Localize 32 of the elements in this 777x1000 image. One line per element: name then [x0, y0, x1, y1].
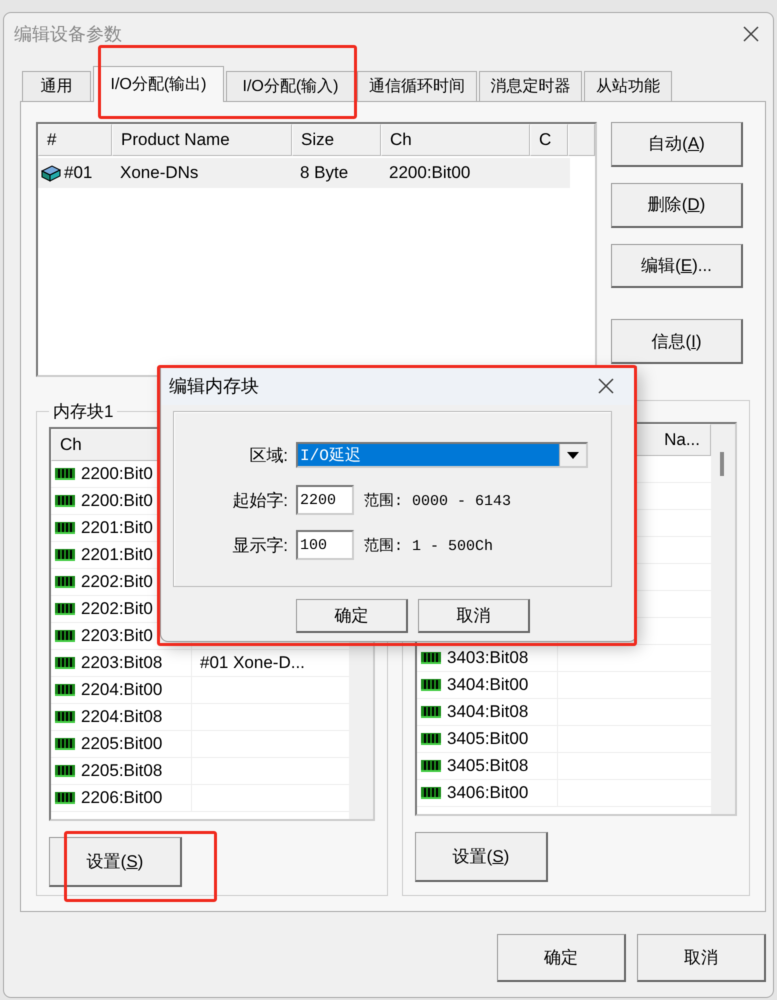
window-title: 编辑设备参数 [14, 23, 122, 46]
dialog-title: 编辑内存块 [169, 375, 259, 398]
channel-cell: 2200:Bit0 [81, 491, 153, 511]
channel-cell: 2200:Bit0 [81, 464, 153, 484]
channel-cell: 2205:Bit00 [81, 734, 162, 754]
channel-cell: 2200:Bit00 [389, 163, 470, 182]
field-label: 起始字: [231, 490, 289, 512]
number-cell: #01 [64, 163, 92, 183]
channel-cell: 3405:Bit08 [447, 756, 528, 776]
product-cell: Xone-DNs [120, 163, 198, 182]
group-title: 内存块1 [52, 401, 114, 423]
channel-cell: 3404:Bit00 [447, 675, 528, 695]
range-text: 范围: 1 - 500Ch [364, 536, 494, 554]
channel-cell: 2202:Bit0 [81, 599, 153, 619]
channel-cell: 2206:Bit00 [81, 788, 162, 808]
channel-cell: 2203:Bit0 [81, 626, 153, 646]
channel-cell: 2204:Bit08 [81, 707, 162, 727]
channel-cell: 2202:Bit0 [81, 572, 153, 592]
channel-cell: 2203:Bit08 [81, 653, 162, 673]
channel-cell: 2201:Bit0 [81, 518, 153, 538]
channel-cell: 2201:Bit0 [81, 545, 153, 565]
field-label: 区域: [248, 444, 289, 466]
channel-cell: 3404:Bit08 [447, 702, 528, 722]
range-text: 范围: 0000 - 6143 [364, 492, 512, 510]
channel-cell: 3405:Bit00 [447, 729, 528, 749]
size-cell: 8 Byte [300, 163, 348, 182]
field-label: 显示字: [231, 534, 289, 556]
channel-cell: 2205:Bit08 [81, 761, 162, 781]
channel-cell: 3403:Bit08 [447, 648, 528, 668]
channel-cell: 2204:Bit00 [81, 680, 162, 700]
channel-cell: 3406:Bit00 [447, 783, 528, 803]
product-cell: #01 Xone-D... [200, 653, 305, 673]
